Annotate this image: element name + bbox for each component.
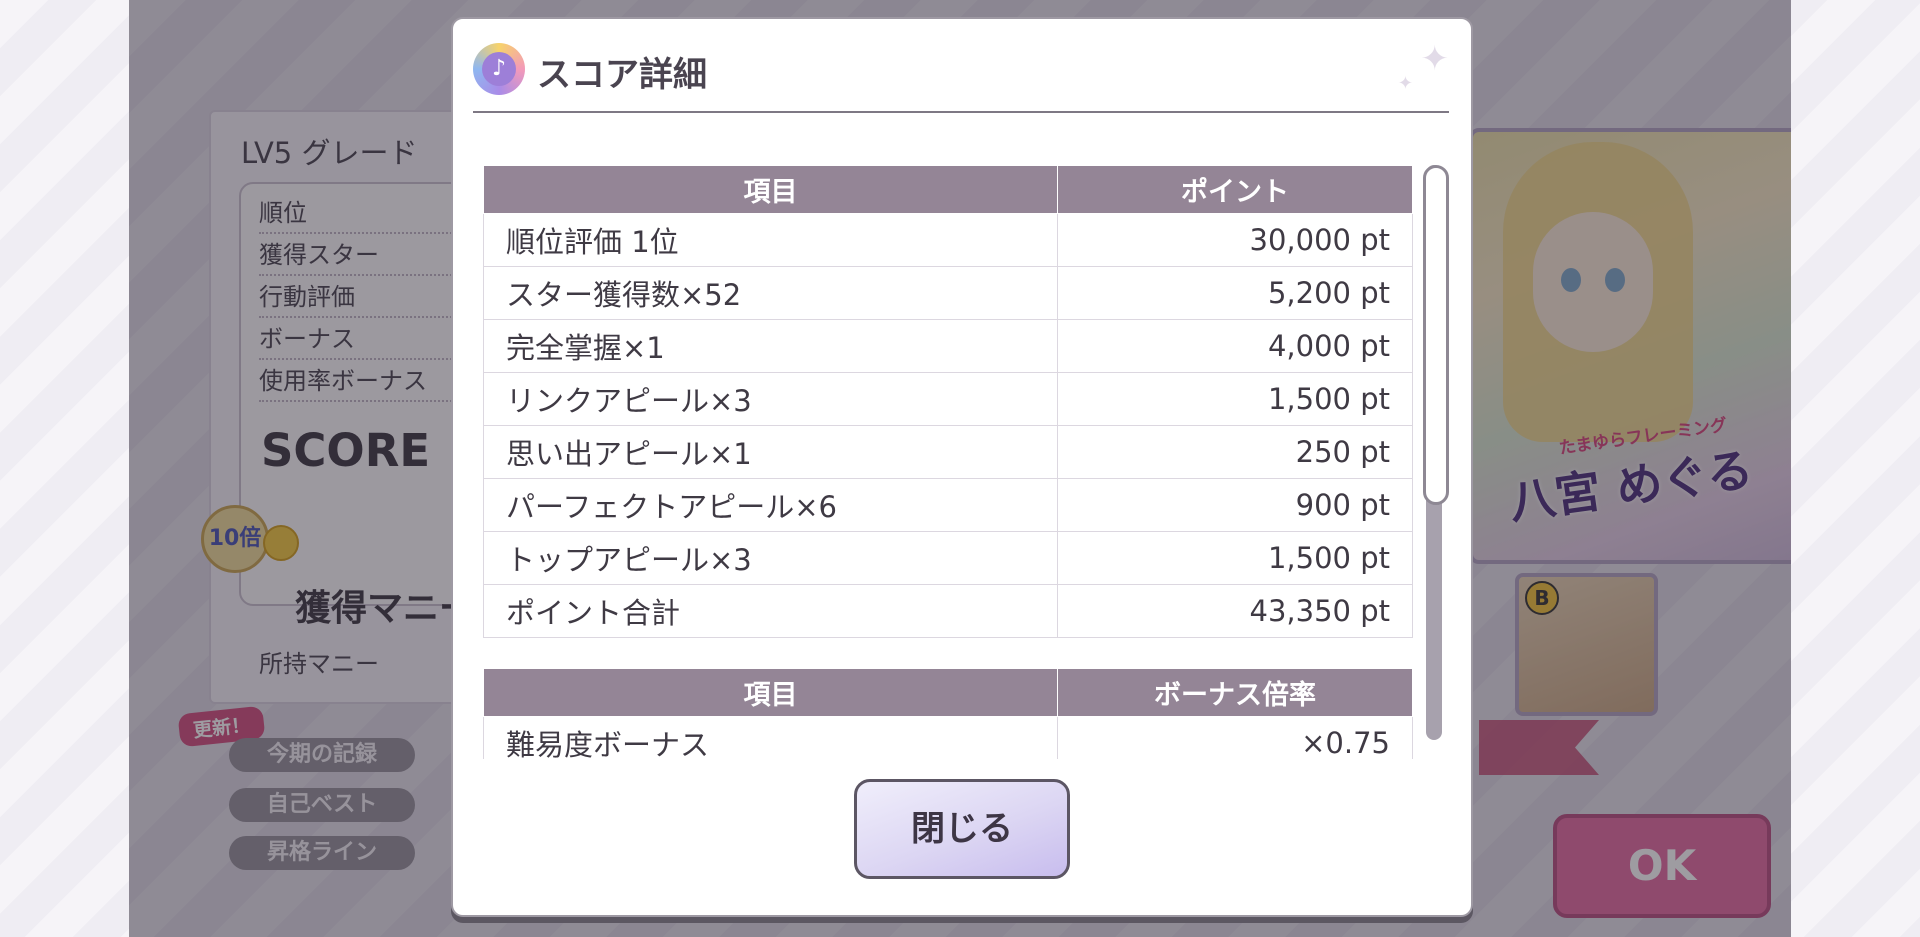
row-item: パーフェクトアピール×6 — [483, 478, 1058, 532]
row-value: 250 pt — [1057, 425, 1413, 479]
row-value: ×0.75 — [1057, 716, 1413, 759]
sparkle-small-icon: ✦ — [1397, 73, 1413, 94]
row-item: リンクアピール×3 — [483, 372, 1058, 426]
row-value: 30,000 pt — [1057, 213, 1413, 267]
music-note-icon: ♪ — [473, 43, 525, 95]
table-row: 難易度ボーナス ×0.75 — [483, 716, 1413, 759]
table-row: パーフェクトアピール×6 900 pt — [483, 478, 1413, 532]
row-value: 4,000 pt — [1057, 319, 1413, 373]
bonus-table: 項目 ボーナス倍率 難易度ボーナス ×0.75 — [483, 668, 1413, 759]
score-detail-modal: ♪ スコア詳細 ✦ ✦ 項目 ポイント 順位評価 1位 30,000 pt スター… — [451, 17, 1473, 917]
points-table: 項目 ポイント 順位評価 1位 30,000 pt スター獲得数×52 5,200 … — [483, 165, 1413, 638]
modal-title: スコア詳細 — [537, 55, 707, 95]
row-item: 順位評価 1位 — [483, 213, 1058, 267]
row-value: 5,200 pt — [1057, 266, 1413, 320]
table-row: スター獲得数×52 5,200 pt — [483, 266, 1413, 320]
col-header-item: 項目 — [483, 165, 1058, 214]
score-detail-scroll-area[interactable]: 項目 ポイント 順位評価 1位 30,000 pt スター獲得数×52 5,200 … — [483, 165, 1413, 759]
col-header-bonus-rate: ボーナス倍率 — [1057, 668, 1413, 717]
row-item: ポイント合計 — [483, 584, 1058, 638]
table-row: 順位評価 1位 30,000 pt — [483, 213, 1413, 267]
row-value: 900 pt — [1057, 478, 1413, 532]
table-row: ポイント合計 43,350 pt — [483, 584, 1413, 638]
row-item: 思い出アピール×1 — [483, 425, 1058, 479]
row-item: 完全掌握×1 — [483, 319, 1058, 373]
table-row: トップアピール×3 1,500 pt — [483, 531, 1413, 585]
row-value: 1,500 pt — [1057, 531, 1413, 585]
row-item: 難易度ボーナス — [483, 716, 1058, 759]
col-header-points: ポイント — [1057, 165, 1413, 214]
col-header-item: 項目 — [483, 668, 1058, 717]
sparkle-icon: ✦ — [1420, 39, 1450, 79]
row-value: 1,500 pt — [1057, 372, 1413, 426]
close-button[interactable]: 閉じる — [854, 779, 1070, 879]
row-item: トップアピール×3 — [483, 531, 1058, 585]
table-row: リンクアピール×3 1,500 pt — [483, 372, 1413, 426]
table-row: 完全掌握×1 4,000 pt — [483, 319, 1413, 373]
row-item: スター獲得数×52 — [483, 266, 1058, 320]
modal-header: ♪ スコア詳細 ✦ ✦ — [473, 39, 1449, 113]
scrollbar-thumb[interactable] — [1423, 165, 1449, 505]
row-value: 43,350 pt — [1057, 584, 1413, 638]
table-row: 思い出アピール×1 250 pt — [483, 425, 1413, 479]
